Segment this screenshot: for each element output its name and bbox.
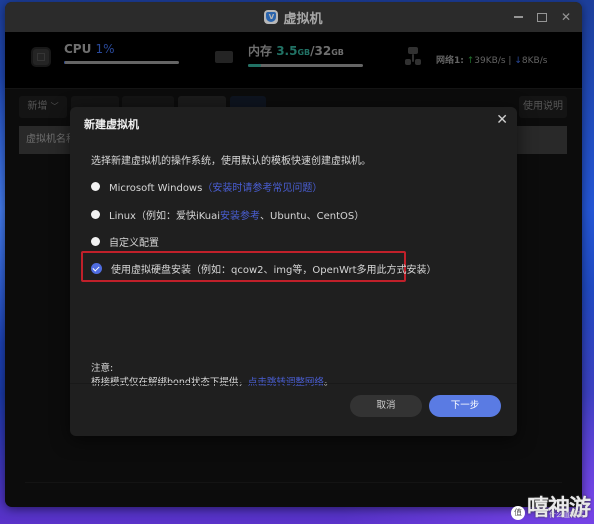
watermark: 值 嘻神游 什么值得买 (510, 498, 591, 520)
option-custom-label: 自定义配置 (109, 238, 159, 249)
radio-linux[interactable] (91, 210, 100, 219)
watermark-badge-icon: 值 (510, 506, 525, 520)
option-linux[interactable]: Linux（例如：爱快iKuai安装参考、Ubuntu、CentOS） (91, 207, 364, 222)
windows-faq-link[interactable]: （安装时请参考常见问题） (202, 183, 322, 194)
option-windows-label: Microsoft Windows (109, 183, 203, 194)
dialog-title: 新建虚拟机 (84, 118, 139, 131)
note-title: 注意: (91, 363, 114, 374)
dialog-close-icon[interactable]: ✕ (496, 112, 508, 128)
cancel-button[interactable]: 取消 (350, 395, 422, 417)
option-virtual-disk[interactable]: 使用虚拟硬盘安装（例如：qcow2、img等，OpenWrt多用此方式安装） (91, 261, 437, 276)
radio-custom[interactable] (91, 237, 100, 246)
option-custom[interactable]: 自定义配置 (91, 234, 159, 249)
watermark-subtext: 什么值得买 (549, 511, 584, 519)
option-windows[interactable]: Microsoft Windows（安装时请参考常见问题） (91, 179, 322, 194)
dialog-description: 选择新建虚拟机的操作系统，使用默认的模板快速创建虚拟机。 (91, 156, 371, 167)
option-virtual-disk-label: 使用虚拟硬盘安装（例如：qcow2、img等，OpenWrt多用此方式安装） (111, 265, 437, 276)
dialog-footer: 取消 下一步 (70, 383, 517, 436)
radio-virtual-disk-checked[interactable] (91, 263, 102, 274)
radio-windows[interactable] (91, 182, 100, 191)
new-vm-dialog: 新建虚拟机 ✕ 选择新建虚拟机的操作系统，使用默认的模板快速创建虚拟机。 Mic… (70, 107, 517, 436)
ikuai-install-link[interactable]: 安装参考 (220, 211, 260, 222)
option-linux-label: Linux（例如：爱快iKuai (109, 211, 221, 222)
next-button[interactable]: 下一步 (429, 395, 501, 417)
